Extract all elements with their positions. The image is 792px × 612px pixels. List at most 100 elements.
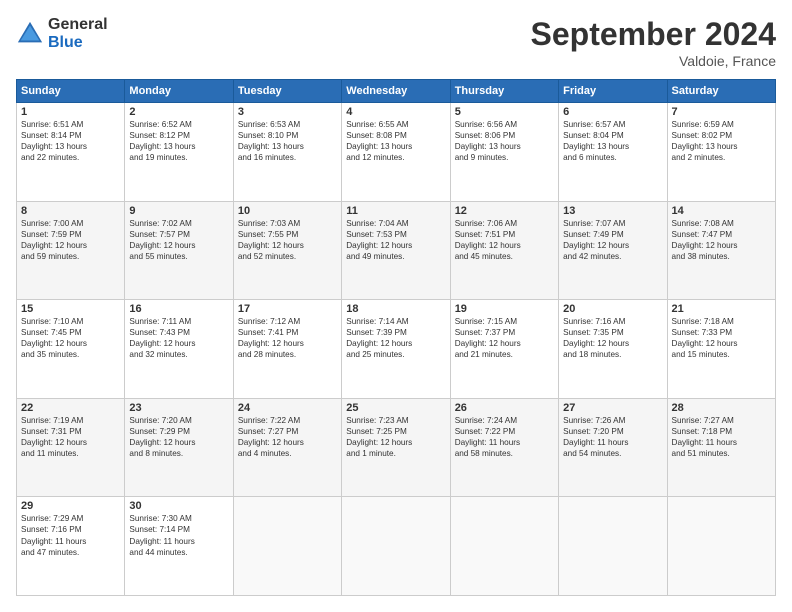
day-info: Sunrise: 7:27 AMSunset: 7:18 PMDaylight:…	[672, 415, 771, 459]
table-row: 28 Sunrise: 7:27 AMSunset: 7:18 PMDaylig…	[667, 398, 775, 497]
day-number: 26	[455, 402, 554, 414]
day-info: Sunrise: 7:00 AMSunset: 7:59 PMDaylight:…	[21, 218, 120, 262]
day-number: 21	[672, 303, 771, 315]
logo-blue: Blue	[48, 34, 108, 52]
day-number: 19	[455, 303, 554, 315]
day-info: Sunrise: 7:10 AMSunset: 7:45 PMDaylight:…	[21, 316, 120, 360]
day-number: 1	[21, 106, 120, 118]
logo: General Blue	[16, 16, 108, 51]
day-number: 2	[129, 106, 228, 118]
table-row: 14 Sunrise: 7:08 AMSunset: 7:47 PMDaylig…	[667, 201, 775, 300]
day-number: 5	[455, 106, 554, 118]
table-row: 3 Sunrise: 6:53 AMSunset: 8:10 PMDayligh…	[233, 103, 341, 202]
table-row: 7 Sunrise: 6:59 AMSunset: 8:02 PMDayligh…	[667, 103, 775, 202]
day-info: Sunrise: 7:11 AMSunset: 7:43 PMDaylight:…	[129, 316, 228, 360]
table-row: 4 Sunrise: 6:55 AMSunset: 8:08 PMDayligh…	[342, 103, 450, 202]
logo-text: General Blue	[48, 16, 108, 51]
day-info: Sunrise: 6:55 AMSunset: 8:08 PMDaylight:…	[346, 119, 445, 163]
day-info: Sunrise: 7:18 AMSunset: 7:33 PMDaylight:…	[672, 316, 771, 360]
table-row: 2 Sunrise: 6:52 AMSunset: 8:12 PMDayligh…	[125, 103, 233, 202]
calendar-week-1: 1 Sunrise: 6:51 AMSunset: 8:14 PMDayligh…	[17, 103, 776, 202]
empty-cell	[667, 497, 775, 596]
day-info: Sunrise: 6:57 AMSunset: 8:04 PMDaylight:…	[563, 119, 662, 163]
day-number: 13	[563, 205, 662, 217]
table-row: 8 Sunrise: 7:00 AMSunset: 7:59 PMDayligh…	[17, 201, 125, 300]
table-row: 10 Sunrise: 7:03 AMSunset: 7:55 PMDaylig…	[233, 201, 341, 300]
table-row: 24 Sunrise: 7:22 AMSunset: 7:27 PMDaylig…	[233, 398, 341, 497]
empty-cell	[450, 497, 558, 596]
table-row: 17 Sunrise: 7:12 AMSunset: 7:41 PMDaylig…	[233, 300, 341, 399]
day-info: Sunrise: 6:53 AMSunset: 8:10 PMDaylight:…	[238, 119, 337, 163]
header-friday: Friday	[559, 80, 667, 103]
day-info: Sunrise: 7:24 AMSunset: 7:22 PMDaylight:…	[455, 415, 554, 459]
table-row: 18 Sunrise: 7:14 AMSunset: 7:39 PMDaylig…	[342, 300, 450, 399]
header-thursday: Thursday	[450, 80, 558, 103]
day-info: Sunrise: 7:07 AMSunset: 7:49 PMDaylight:…	[563, 218, 662, 262]
table-row: 1 Sunrise: 6:51 AMSunset: 8:14 PMDayligh…	[17, 103, 125, 202]
day-info: Sunrise: 7:20 AMSunset: 7:29 PMDaylight:…	[129, 415, 228, 459]
empty-cell	[559, 497, 667, 596]
table-row: 20 Sunrise: 7:16 AMSunset: 7:35 PMDaylig…	[559, 300, 667, 399]
day-number: 10	[238, 205, 337, 217]
table-row: 9 Sunrise: 7:02 AMSunset: 7:57 PMDayligh…	[125, 201, 233, 300]
table-row: 11 Sunrise: 7:04 AMSunset: 7:53 PMDaylig…	[342, 201, 450, 300]
day-info: Sunrise: 6:59 AMSunset: 8:02 PMDaylight:…	[672, 119, 771, 163]
calendar-table: Sunday Monday Tuesday Wednesday Thursday…	[16, 79, 776, 596]
day-number: 14	[672, 205, 771, 217]
title-block: September 2024 Valdoie, France	[531, 16, 776, 69]
day-info: Sunrise: 7:29 AMSunset: 7:16 PMDaylight:…	[21, 513, 120, 557]
table-row: 22 Sunrise: 7:19 AMSunset: 7:31 PMDaylig…	[17, 398, 125, 497]
day-number: 12	[455, 205, 554, 217]
table-row: 6 Sunrise: 6:57 AMSunset: 8:04 PMDayligh…	[559, 103, 667, 202]
header-wednesday: Wednesday	[342, 80, 450, 103]
day-info: Sunrise: 7:04 AMSunset: 7:53 PMDaylight:…	[346, 218, 445, 262]
day-info: Sunrise: 7:22 AMSunset: 7:27 PMDaylight:…	[238, 415, 337, 459]
day-number: 28	[672, 402, 771, 414]
day-info: Sunrise: 7:23 AMSunset: 7:25 PMDaylight:…	[346, 415, 445, 459]
table-row: 16 Sunrise: 7:11 AMSunset: 7:43 PMDaylig…	[125, 300, 233, 399]
calendar-week-2: 8 Sunrise: 7:00 AMSunset: 7:59 PMDayligh…	[17, 201, 776, 300]
day-info: Sunrise: 6:52 AMSunset: 8:12 PMDaylight:…	[129, 119, 228, 163]
table-row: 5 Sunrise: 6:56 AMSunset: 8:06 PMDayligh…	[450, 103, 558, 202]
empty-cell	[233, 497, 341, 596]
month-title: September 2024	[531, 16, 776, 53]
day-number: 9	[129, 205, 228, 217]
day-number: 27	[563, 402, 662, 414]
header-monday: Monday	[125, 80, 233, 103]
day-info: Sunrise: 7:12 AMSunset: 7:41 PMDaylight:…	[238, 316, 337, 360]
logo-icon	[16, 20, 44, 48]
table-row: 19 Sunrise: 7:15 AMSunset: 7:37 PMDaylig…	[450, 300, 558, 399]
day-info: Sunrise: 7:06 AMSunset: 7:51 PMDaylight:…	[455, 218, 554, 262]
day-number: 6	[563, 106, 662, 118]
day-info: Sunrise: 6:51 AMSunset: 8:14 PMDaylight:…	[21, 119, 120, 163]
day-number: 18	[346, 303, 445, 315]
page: General Blue September 2024 Valdoie, Fra…	[0, 0, 792, 612]
calendar-header-row: Sunday Monday Tuesday Wednesday Thursday…	[17, 80, 776, 103]
day-info: Sunrise: 7:19 AMSunset: 7:31 PMDaylight:…	[21, 415, 120, 459]
day-number: 23	[129, 402, 228, 414]
day-info: Sunrise: 7:02 AMSunset: 7:57 PMDaylight:…	[129, 218, 228, 262]
logo-general: General	[48, 16, 108, 34]
day-number: 20	[563, 303, 662, 315]
day-info: Sunrise: 7:08 AMSunset: 7:47 PMDaylight:…	[672, 218, 771, 262]
day-number: 22	[21, 402, 120, 414]
day-number: 4	[346, 106, 445, 118]
table-row: 29 Sunrise: 7:29 AMSunset: 7:16 PMDaylig…	[17, 497, 125, 596]
calendar-week-5: 29 Sunrise: 7:29 AMSunset: 7:16 PMDaylig…	[17, 497, 776, 596]
day-info: Sunrise: 6:56 AMSunset: 8:06 PMDaylight:…	[455, 119, 554, 163]
header: General Blue September 2024 Valdoie, Fra…	[16, 16, 776, 69]
table-row: 23 Sunrise: 7:20 AMSunset: 7:29 PMDaylig…	[125, 398, 233, 497]
day-number: 25	[346, 402, 445, 414]
day-info: Sunrise: 7:26 AMSunset: 7:20 PMDaylight:…	[563, 415, 662, 459]
table-row: 27 Sunrise: 7:26 AMSunset: 7:20 PMDaylig…	[559, 398, 667, 497]
day-number: 8	[21, 205, 120, 217]
day-info: Sunrise: 7:16 AMSunset: 7:35 PMDaylight:…	[563, 316, 662, 360]
calendar-week-4: 22 Sunrise: 7:19 AMSunset: 7:31 PMDaylig…	[17, 398, 776, 497]
day-number: 29	[21, 500, 120, 512]
day-number: 3	[238, 106, 337, 118]
table-row: 25 Sunrise: 7:23 AMSunset: 7:25 PMDaylig…	[342, 398, 450, 497]
table-row: 12 Sunrise: 7:06 AMSunset: 7:51 PMDaylig…	[450, 201, 558, 300]
header-saturday: Saturday	[667, 80, 775, 103]
day-info: Sunrise: 7:14 AMSunset: 7:39 PMDaylight:…	[346, 316, 445, 360]
header-sunday: Sunday	[17, 80, 125, 103]
